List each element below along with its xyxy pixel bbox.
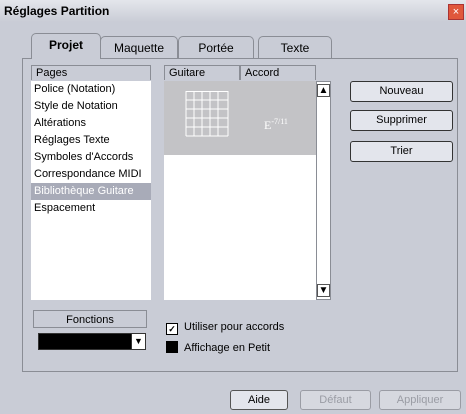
- use-for-chords-option[interactable]: ✓ Utiliser pour accords: [166, 320, 284, 335]
- list-item[interactable]: Correspondance MIDI: [31, 166, 151, 183]
- up-arrow-icon[interactable]: ▲: [317, 84, 330, 97]
- fonctions-label: Fonctions: [33, 310, 147, 328]
- new-button[interactable]: Nouveau: [350, 81, 453, 102]
- help-button[interactable]: Aide: [230, 390, 288, 410]
- list-item[interactable]: Style de Notation: [31, 98, 151, 115]
- pages-list[interactable]: Police (Notation) Style de Notation Alté…: [31, 81, 151, 300]
- pages-header: Pages: [31, 65, 151, 80]
- chord-column-header[interactable]: Accord: [240, 65, 316, 80]
- title-bar: Réglages Partition ×: [0, 0, 466, 22]
- delete-button[interactable]: Supprimer: [350, 110, 453, 131]
- chord-name: E-7/11: [264, 117, 288, 132]
- small-display-checkbox[interactable]: [166, 341, 178, 353]
- tab-maquette[interactable]: Maquette: [100, 36, 178, 59]
- close-button[interactable]: ×: [448, 4, 464, 20]
- sort-button[interactable]: Trier: [350, 141, 453, 162]
- window-title: Réglages Partition: [4, 4, 110, 18]
- guitar-column-header[interactable]: Guitare: [164, 65, 240, 80]
- chord-diagram: [185, 91, 229, 137]
- small-display-option[interactable]: Affichage en Petit: [166, 341, 270, 356]
- small-display-label: Affichage en Petit: [184, 342, 271, 354]
- list-item[interactable]: Réglages Texte: [31, 132, 151, 149]
- tab-projet[interactable]: Projet: [31, 33, 101, 59]
- fonctions-dropdown[interactable]: ▼: [38, 333, 146, 350]
- down-arrow-icon[interactable]: ▼: [317, 284, 330, 297]
- default-button[interactable]: Défaut: [300, 390, 371, 410]
- list-item[interactable]: Altérations: [31, 115, 151, 132]
- use-for-chords-checkbox[interactable]: ✓: [166, 323, 178, 335]
- library-scrollbar[interactable]: ▲ ▼: [316, 81, 331, 300]
- list-item[interactable]: Police (Notation): [31, 81, 151, 98]
- list-item-selected[interactable]: Bibliothèque Guitare: [31, 183, 151, 200]
- list-item[interactable]: Espacement: [31, 200, 151, 217]
- apply-button[interactable]: Appliquer: [379, 390, 461, 410]
- tab-portee[interactable]: Portée: [178, 36, 254, 59]
- tab-texte[interactable]: Texte: [258, 36, 332, 59]
- guitar-library-list[interactable]: E-7/11: [164, 81, 316, 300]
- dropdown-arrow-icon[interactable]: ▼: [131, 334, 145, 349]
- list-item[interactable]: Symboles d'Accords: [31, 149, 151, 166]
- use-for-chords-label: Utiliser pour accords: [184, 321, 285, 333]
- table-row[interactable]: E-7/11: [164, 81, 316, 155]
